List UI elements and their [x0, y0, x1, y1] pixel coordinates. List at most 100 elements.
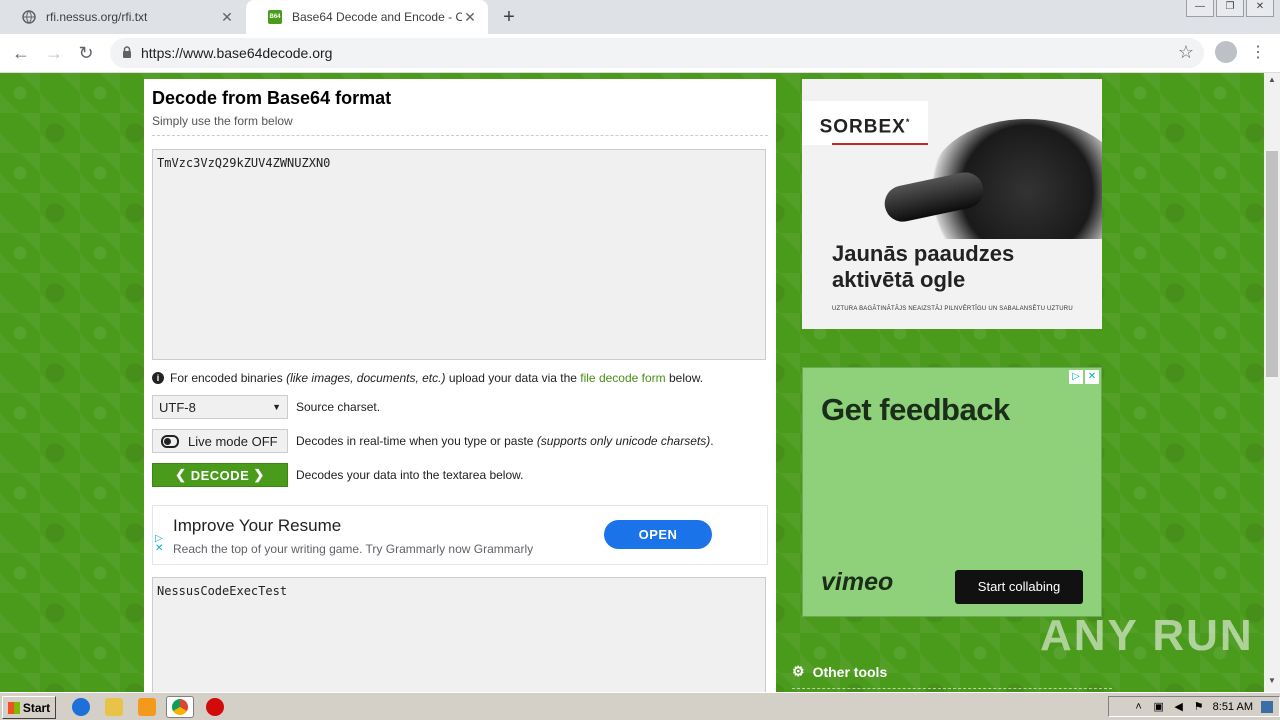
- minimize-icon[interactable]: —: [1186, 0, 1214, 17]
- info-italic: (like images, documents, etc.): [286, 371, 446, 385]
- gear-icon: ⚙: [792, 663, 805, 679]
- live-mode-desc-italic: (supports only unicode charsets): [536, 434, 711, 448]
- address-bar[interactable]: https://www.base64decode.org ☆: [110, 38, 1204, 68]
- close-icon[interactable]: ✕: [219, 9, 235, 26]
- kebab-menu-icon[interactable]: ⋮: [1250, 42, 1266, 64]
- bookmark-star-icon[interactable]: ☆: [1178, 42, 1194, 63]
- scroll-up-icon[interactable]: ▲: [1264, 75, 1280, 89]
- sorbex-logo-mark: *: [905, 117, 911, 127]
- tab-base64[interactable]: B64 Base64 Decode and Encode - Online ✕: [246, 0, 488, 34]
- chrome-icon: [172, 699, 188, 715]
- windows-logo-icon: [7, 701, 20, 714]
- charset-desc: Source charset.: [296, 400, 381, 414]
- charset-row: UTF-8 ▼ Source charset.: [152, 395, 380, 419]
- info-middle: upload your data via the: [448, 371, 577, 385]
- live-mode-desc: Decodes in real-time when you type or pa…: [296, 434, 534, 448]
- base64-input-textarea[interactable]: TmVzc3VzQ29kZUV4ZWNUZXN0: [152, 149, 766, 360]
- ie-icon[interactable]: [72, 698, 90, 716]
- start-label: Start: [22, 700, 51, 715]
- tab-rfi[interactable]: rfi.nessus.org/rfi.txt ✕: [0, 0, 245, 34]
- clock[interactable]: 8:51 AM: [1213, 701, 1253, 713]
- lock-icon: [120, 45, 134, 59]
- tab-strip: rfi.nessus.org/rfi.txt ✕ B64 Base64 Deco…: [0, 0, 1280, 34]
- anyrun-watermark: ANY RUN: [1040, 611, 1254, 660]
- decoded-output-textarea[interactable]: NessusCodeExecTest: [152, 577, 766, 692]
- favicon-text: B64: [269, 14, 281, 20]
- decode-panel: Decode from Base64 format Simply use the…: [144, 79, 776, 692]
- page-title: Decode from Base64 format: [152, 88, 392, 108]
- browser-toolbar: ← → ↻ https://www.base64decode.org ☆ ⋮: [0, 34, 1280, 73]
- binary-info-line: i For encoded binaries (like images, doc…: [152, 371, 703, 385]
- toggle-switch-icon: [161, 434, 179, 448]
- adchoices-icon[interactable]: ▷ ✕: [1069, 370, 1099, 384]
- window-close-icon[interactable]: ✕: [1246, 0, 1274, 17]
- vimeo-logo: vimeo: [821, 568, 894, 596]
- tab-title: Base64 Decode and Encode - Online: [292, 10, 462, 24]
- tray-expand-icon[interactable]: ˄: [1133, 701, 1145, 713]
- sorbex-logo: SORBEX*: [802, 101, 928, 145]
- new-tab-icon[interactable]: +: [498, 6, 520, 28]
- ad-title: Improve Your Resume: [173, 516, 342, 535]
- base64-favicon-icon: B64: [268, 10, 282, 24]
- info-icon: i: [152, 372, 164, 384]
- folder-icon[interactable]: [105, 698, 123, 716]
- close-icon[interactable]: ✕: [462, 9, 478, 26]
- url-text: https://www.base64decode.org: [141, 45, 333, 61]
- scroll-down-icon[interactable]: ▼: [1264, 676, 1280, 690]
- ad-description: Reach the top of your writing game. Try …: [173, 542, 534, 556]
- vimeo-ad[interactable]: ▷ ✕ Get feedback vimeo Start collabing: [802, 367, 1102, 617]
- scrollbar-thumb[interactable]: [1266, 151, 1278, 377]
- live-mode-desc-end: .: [710, 434, 714, 448]
- divider: [152, 135, 768, 136]
- decode-button-label: DECODE: [190, 467, 250, 483]
- live-mode-label: Live mode OFF: [188, 433, 278, 449]
- sorbex-headline-line1: Jaunās paaudzes: [832, 241, 1015, 266]
- page-subtitle: Simply use the form below: [152, 114, 293, 128]
- live-mode-row: Live mode OFF Decodes in real-time when …: [152, 429, 714, 453]
- forward-arrow-icon[interactable]: →: [42, 42, 66, 64]
- sorbex-ad[interactable]: SORBEX* Jaunās paaudzes aktivētā ogle UZ…: [802, 79, 1102, 329]
- decode-desc: Decodes your data into the textarea belo…: [296, 468, 524, 482]
- reload-icon[interactable]: ↻: [74, 42, 98, 64]
- divider: [792, 688, 1112, 689]
- globe-icon: [22, 10, 36, 24]
- start-collabing-button[interactable]: Start collabing: [955, 570, 1083, 604]
- sorbex-logo-text: SORBEX: [819, 116, 906, 138]
- ad-open-button[interactable]: OPEN: [604, 520, 712, 549]
- sorbex-headline: Jaunās paaudzes aktivētā ogle: [832, 241, 1014, 293]
- back-arrow-icon[interactable]: ←: [9, 42, 33, 64]
- maximize-icon[interactable]: ❐: [1216, 0, 1244, 17]
- info-suffix: below.: [669, 371, 704, 385]
- network-icon[interactable]: ▣: [1153, 701, 1165, 713]
- other-tools-label: Other tools: [812, 663, 888, 680]
- show-desktop-icon[interactable]: [1261, 700, 1273, 713]
- profile-avatar-icon[interactable]: [1215, 41, 1237, 63]
- page-viewport: Decode from Base64 format Simply use the…: [0, 73, 1264, 692]
- inline-ad-grammarly[interactable]: ▷ ✕ Improve Your Resume Reach the top of …: [152, 505, 768, 565]
- opera-icon[interactable]: [206, 698, 224, 716]
- chrome-taskbar-button[interactable]: [166, 696, 194, 718]
- flag-icon[interactable]: ⚑: [1193, 701, 1205, 713]
- system-tray: ˄ ▣ ◀ ⚑ 8:51 AM: [1108, 696, 1280, 717]
- chevron-left-icon: ❮: [175, 467, 191, 482]
- other-tools-heading[interactable]: ⚙ Other tools: [792, 663, 887, 680]
- chevron-right-icon: ❯: [249, 467, 265, 482]
- decode-button[interactable]: ❮ DECODE ❯: [152, 463, 288, 487]
- charset-select[interactable]: UTF-8 ▼: [152, 395, 288, 419]
- charset-value: UTF-8: [159, 399, 196, 415]
- info-prefix: For encoded binaries: [170, 371, 283, 385]
- file-decode-form-link[interactable]: file decode form: [580, 371, 665, 385]
- tab-title: rfi.nessus.org/rfi.txt: [46, 10, 148, 24]
- start-button[interactable]: Start: [2, 696, 56, 719]
- volume-icon[interactable]: ◀: [1173, 701, 1185, 713]
- windows-taskbar: Start ˄ ▣ ◀ ⚑ 8:51 AM: [0, 692, 1280, 720]
- vimeo-headline: Get feedback: [821, 392, 1010, 427]
- window-controls: — ❐ ✕: [1186, 0, 1274, 17]
- live-mode-toggle[interactable]: Live mode OFF: [152, 429, 288, 453]
- page-scrollbar[interactable]: ▲ ▼: [1264, 73, 1280, 692]
- sorbex-headline-line2: aktivētā ogle: [832, 267, 966, 292]
- adchoices-icon[interactable]: ▷ ✕: [155, 534, 163, 554]
- sorbex-fine-print: UZTURA BAGĀTINĀTĀJS NEAIZSTĀJ PILNVĒRTĪG…: [832, 306, 1073, 312]
- media-player-icon[interactable]: [138, 698, 156, 716]
- dropdown-arrow-icon: ▼: [272, 402, 281, 412]
